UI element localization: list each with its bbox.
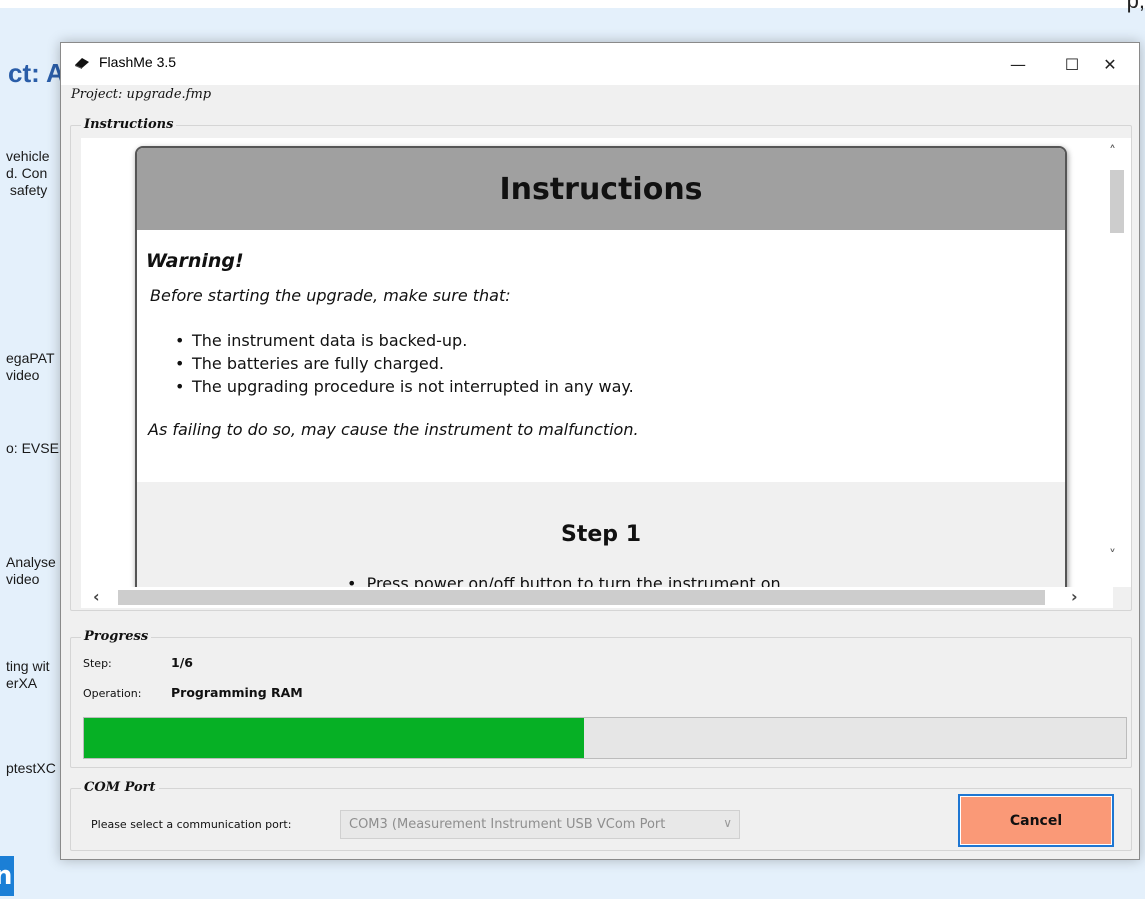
project-label: Project: upgrade.fmp: [71, 87, 212, 102]
background-snippet: o: EVSE: [6, 440, 59, 456]
progress-group: Progress Step: 1/6 Operation: Programmin…: [70, 629, 1132, 768]
scroll-right-icon[interactable]: ›: [1071, 587, 1078, 606]
close-button[interactable]: ✕: [1081, 43, 1139, 85]
instructions-legend: Instructions: [81, 117, 177, 132]
scroll-down-icon[interactable]: ˅: [1109, 548, 1116, 564]
precaution-list: The instrument data is backed-up. The ba…: [137, 305, 1065, 398]
com-port-select[interactable]: COM3 (Measurement Instrument USB VCom Po…: [340, 810, 740, 839]
minimize-icon: —: [1010, 54, 1026, 74]
cancel-button[interactable]: Cancel: [958, 794, 1114, 847]
warning-footer: As failing to do so, may cause the instr…: [148, 420, 639, 439]
progress-bar: [83, 717, 1127, 759]
chevron-down-icon: ∨: [723, 816, 732, 830]
minimize-button[interactable]: —: [991, 43, 1045, 85]
instructions-group: Instructions Instructions Warning! Befor…: [70, 117, 1132, 611]
com-port-selected-value: COM3 (Measurement Instrument USB VCom Po…: [349, 817, 666, 832]
scroll-up-icon[interactable]: ˄: [1109, 144, 1116, 160]
progress-legend: Progress: [81, 629, 152, 644]
scroll-left-icon[interactable]: ‹: [93, 587, 100, 606]
window-title: FlashMe 3.5: [99, 54, 177, 70]
vertical-scroll-thumb[interactable]: [1110, 170, 1124, 233]
background-page-title: ct: A: [8, 58, 65, 88]
maximize-icon: ☐: [1064, 54, 1080, 74]
progress-bar-fill: [84, 718, 585, 758]
com-port-group: COM Port Please select a communication p…: [70, 780, 1132, 851]
horizontal-scrollbar[interactable]: ‹ ›: [81, 587, 1113, 608]
list-item: The upgrading procedure is not interrupt…: [175, 375, 1065, 398]
chip-icon: [75, 58, 89, 69]
background-topbar: p,: [0, 0, 1145, 13]
step-item-text: Press power on/off button to turn the in…: [366, 574, 781, 587]
list-item: The instrument data is backed-up.: [175, 329, 1065, 352]
background-snippet: vehicle d. Con safety: [6, 148, 50, 198]
vertical-scrollbar[interactable]: ˄ ˅: [1103, 138, 1131, 587]
list-item: The batteries are fully charged.: [175, 352, 1065, 375]
step-item: • Press power on/off button to turn the …: [347, 574, 781, 587]
step-label: Step:: [83, 657, 112, 670]
com-port-legend: COM Port: [81, 780, 159, 795]
step-title: Step 1: [561, 522, 641, 547]
instructions-card: Instructions Warning! Before starting th…: [135, 146, 1067, 587]
operation-value: Programming RAM: [171, 685, 303, 700]
close-icon: ✕: [1103, 54, 1117, 74]
background-snippet: egaPAT video: [6, 350, 55, 383]
background-snippet: ting wit erXA: [6, 658, 50, 691]
warning-intro: Before starting the upgrade, make sure t…: [150, 286, 511, 305]
flashme-window: FlashMe 3.5 — ☐ ✕ Project: upgrade.fmp I…: [60, 42, 1140, 860]
background-snippet: Analyse video: [6, 554, 56, 587]
com-port-prompt: Please select a communication port:: [91, 818, 292, 831]
card-header: Instructions: [137, 148, 1065, 230]
warning-heading: Warning!: [146, 250, 244, 272]
instructions-viewer[interactable]: Instructions Warning! Before starting th…: [81, 138, 1113, 587]
background-topright-text: p,: [1126, 0, 1145, 13]
horizontal-scroll-thumb[interactable]: [118, 590, 1045, 605]
title-bar[interactable]: FlashMe 3.5 — ☐ ✕: [61, 43, 1139, 85]
background-snippet: ptestXC: [6, 760, 56, 776]
step-section: Step 1 • Press power on/off button to tu…: [137, 482, 1065, 587]
background-logo: n: [0, 856, 14, 896]
step-value: 1/6: [171, 655, 193, 670]
operation-label: Operation:: [83, 687, 142, 700]
